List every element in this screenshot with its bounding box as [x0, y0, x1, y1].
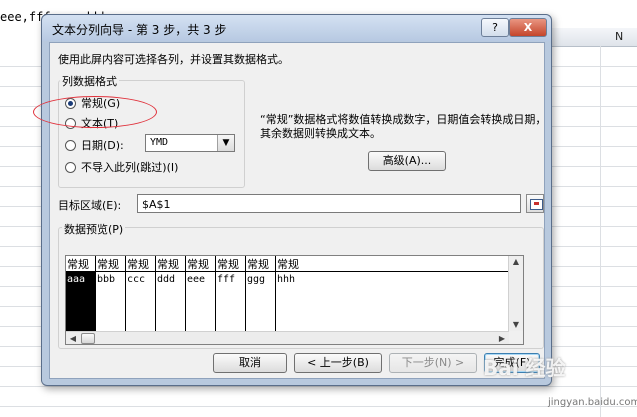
radio-date-label[interactable]: 日期(D):: [81, 137, 124, 153]
advanced-button[interactable]: 高级(A)...: [368, 151, 446, 171]
preview-title: 数据预览(P): [62, 221, 126, 237]
preview-cell: fff: [217, 274, 236, 285]
preview-cell: eee: [187, 274, 206, 285]
preview-cell: hhh: [277, 274, 296, 285]
radio-skip-indicator[interactable]: [65, 161, 76, 173]
next-button[interactable]: 下一步(N) >: [389, 353, 477, 373]
preview-column-header[interactable]: 常规: [186, 256, 215, 272]
preview-column[interactable]: 常规 fff: [216, 256, 246, 331]
preview-cell: aaa: [67, 274, 86, 285]
radio-date-indicator[interactable]: [65, 139, 76, 151]
text-to-columns-dialog: 文本分列向导 - 第 3 步，共 3 步 ? X 使用此屏内容可选择各列，并设置…: [33, 14, 552, 386]
chevron-down-icon[interactable]: ▼: [217, 135, 234, 151]
radio-skip[interactable]: 不导入此列(跳过)(I): [65, 159, 178, 175]
preview-cell: bbb: [97, 274, 116, 285]
target-input[interactable]: $A$1: [137, 194, 521, 213]
target-value: $A$1: [142, 198, 171, 211]
preview-column[interactable]: 常规 ddd: [156, 256, 186, 331]
scroll-left-icon[interactable]: ◀: [67, 333, 79, 344]
scroll-thumb[interactable]: [81, 333, 95, 344]
preview-cell: ggg: [247, 274, 266, 285]
radio-text-indicator[interactable]: [65, 117, 76, 129]
preview-horizontal-scrollbar[interactable]: ◀ ▶: [66, 331, 523, 344]
preview-column-header[interactable]: 常规: [276, 256, 511, 272]
preview-vertical-scrollbar[interactable]: ▲ ▼: [508, 256, 523, 331]
radio-text-label[interactable]: 文本(T): [81, 115, 118, 131]
watermark-url: jingyan.baidu.com: [548, 397, 637, 408]
dialog-title: 文本分列向导 - 第 3 步，共 3 步: [52, 23, 227, 37]
dialog-titlebar[interactable]: 文本分列向导 - 第 3 步，共 3 步 ? X: [42, 15, 551, 41]
data-preview[interactable]: 常规 aaa 常规 bbb 常规 ccc 常规 ddd 常规 eee 常规 ff…: [65, 255, 524, 345]
preview-column[interactable]: 常规 ggg: [246, 256, 276, 331]
preview-column[interactable]: 常规 aaa: [66, 256, 96, 331]
preview-cell: ccc: [127, 274, 146, 285]
date-format-value: YMD: [150, 137, 169, 148]
collapse-dialog-button[interactable]: [526, 194, 544, 213]
instruction-text: 使用此屏内容可选择各列，并设置其数据格式。: [58, 53, 289, 66]
scroll-right-icon[interactable]: ▶: [496, 333, 508, 344]
radio-general[interactable]: 常规(G): [65, 95, 120, 111]
radio-general-indicator[interactable]: [65, 97, 76, 109]
format-description: “常规”数据格式将数值转换成数字，日期值会转换成日期，其余数据则转换成文本。: [260, 113, 547, 140]
scroll-corner: [509, 331, 523, 344]
range-select-icon: [530, 199, 543, 210]
scroll-down-icon[interactable]: ▼: [510, 319, 522, 330]
preview-column[interactable]: 常规 bbb: [96, 256, 126, 331]
preview-column-header[interactable]: 常规: [246, 256, 275, 272]
help-button[interactable]: ?: [481, 18, 509, 37]
preview-column-header[interactable]: 常规: [216, 256, 245, 272]
preview-column[interactable]: 常规 ccc: [126, 256, 156, 331]
preview-column[interactable]: 常规 hhh: [276, 256, 511, 331]
radio-text[interactable]: 文本(T): [65, 115, 118, 131]
target-label: 目标区域(E):: [58, 199, 122, 212]
radio-general-label[interactable]: 常规(G): [81, 95, 120, 111]
preview-column-header[interactable]: 常规: [126, 256, 155, 272]
preview-cell: ddd: [157, 274, 176, 285]
radio-date[interactable]: 日期(D):: [65, 137, 124, 153]
date-format-select[interactable]: YMD ▼: [145, 134, 235, 152]
scroll-up-icon[interactable]: ▲: [510, 256, 522, 267]
cancel-button[interactable]: 取消: [213, 353, 287, 373]
close-button[interactable]: X: [509, 18, 547, 37]
radio-skip-label[interactable]: 不导入此列(跳过)(I): [81, 159, 178, 175]
preview-column[interactable]: 常规 eee: [186, 256, 216, 331]
back-button[interactable]: < 上一步(B): [294, 353, 382, 373]
column-format-title: 列数据格式: [60, 73, 119, 89]
column-header-strip: N: [545, 28, 637, 47]
column-header-n[interactable]: N: [615, 30, 623, 43]
preview-column-header[interactable]: 常规: [66, 256, 95, 272]
watermark-brand: Bai 经验: [483, 356, 566, 380]
preview-column-header[interactable]: 常规: [96, 256, 125, 272]
dialog-body: 使用此屏内容可选择各列，并设置其数据格式。 列数据格式 常规(G) 文本(T) …: [33, 42, 546, 379]
preview-column-header[interactable]: 常规: [156, 256, 185, 272]
